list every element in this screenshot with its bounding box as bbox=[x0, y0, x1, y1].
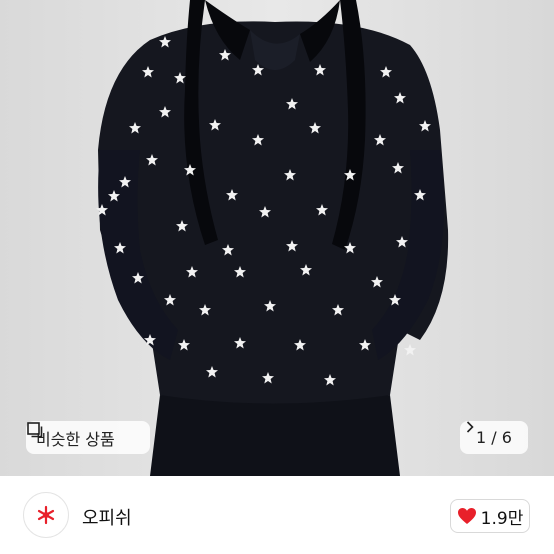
product-photo-art bbox=[0, 0, 554, 476]
image-pager-text: 1 / 6 bbox=[476, 428, 512, 447]
chevron-right-icon bbox=[466, 421, 474, 433]
seller-name[interactable]: 오피쉬 bbox=[82, 504, 132, 530]
like-button[interactable]: 1.9만 bbox=[450, 499, 530, 533]
seller-bar: 오피쉬 1.9만 bbox=[0, 476, 554, 554]
similar-items-label: 비슷한 상품 bbox=[36, 429, 115, 449]
heart-icon bbox=[457, 508, 476, 524]
like-count: 1.9만 bbox=[480, 508, 524, 529]
shop-logo-icon bbox=[37, 505, 55, 525]
product-photo[interactable]: 비슷한 상품 1 / 6 bbox=[0, 0, 554, 476]
similar-items-icon bbox=[27, 422, 43, 438]
similar-items-button[interactable]: 비슷한 상품 bbox=[26, 421, 150, 454]
shop-avatar[interactable] bbox=[23, 492, 69, 538]
image-pager[interactable]: 1 / 6 bbox=[460, 421, 528, 454]
